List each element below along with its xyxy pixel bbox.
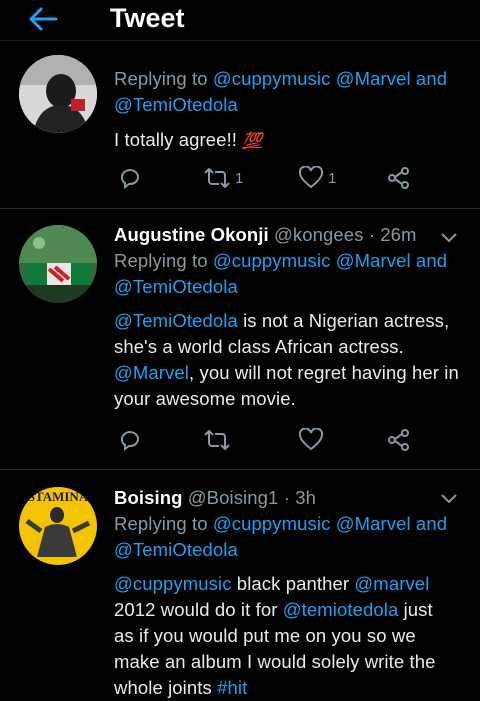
replying-to-cont: @TemiOtedola: [114, 274, 466, 300]
text-segment: 2012 would do it for: [114, 599, 283, 620]
like-button[interactable]: 1: [298, 165, 336, 191]
retweet-icon: [204, 430, 230, 450]
tweet-time: · 3h: [283, 487, 316, 508]
tweet-header: Boising @Boising1 · 3h: [114, 485, 466, 511]
tweet-text: I totally agree!! 💯: [114, 127, 466, 155]
page-title: Tweet: [110, 3, 185, 33]
tweet-text-line: as if you would put me on you so we: [114, 623, 466, 649]
like-icon: [298, 166, 324, 189]
tweet-text-line: your awesome movie.: [114, 386, 466, 412]
mention-link[interactable]: @cuppymusic: [114, 573, 232, 594]
mention-link[interactable]: @TemiOtedola: [114, 310, 238, 331]
reply-mentions[interactable]: @cuppymusic @Marvel and: [213, 513, 447, 534]
tweet-reply-2[interactable]: Augustine Okonji @kongees · 26m Replying…: [0, 209, 480, 468]
mention-link[interactable]: @Marvel: [114, 362, 189, 383]
reply-button[interactable]: [118, 427, 142, 453]
replying-to-label: Replying to: [114, 250, 208, 271]
reply-icon: [121, 431, 139, 451]
replying-to-cont: @TemiOtedola: [114, 92, 466, 118]
like-icon: [298, 428, 324, 451]
tweet-text-body: I totally agree!!: [114, 129, 238, 150]
tweet-text-line: @TemiOtedola is not a Nigerian actress,: [114, 308, 466, 334]
replying-to-cont: @TemiOtedola: [114, 537, 466, 563]
tweet-text-line: @cuppymusic black panther @marvel: [114, 571, 466, 597]
user-name[interactable]: Augustine Okonji: [114, 224, 269, 245]
top-bar: Tweet: [0, 0, 480, 41]
reply-mention[interactable]: @TemiOtedola: [114, 276, 238, 297]
share-icon: [388, 167, 409, 189]
text-segment: just: [398, 599, 433, 620]
reply-mention[interactable]: @TemiOtedola: [114, 539, 238, 560]
avatar-image: [19, 55, 97, 133]
user-handle[interactable]: @Boising1: [188, 487, 279, 508]
replying-to: Replying to @cuppymusic @Marvel and: [114, 66, 466, 92]
text-segment: as if you would put me on you so we: [114, 625, 416, 646]
share-button[interactable]: [387, 427, 411, 453]
text-segment: is not a Nigerian actress,: [237, 310, 450, 331]
reply-mentions[interactable]: @cuppymusic @Marvel and: [213, 250, 447, 271]
tweet-actions: 1 1: [114, 165, 434, 191]
replying-to-label: Replying to: [114, 68, 208, 89]
tweet-actions: [114, 427, 434, 453]
text-segment: she's a world class African actress.: [114, 336, 404, 357]
reply-button[interactable]: [118, 165, 142, 191]
retweet-button[interactable]: 1: [203, 165, 243, 191]
tweet-text-line: 2012 would do it for @temiotedola just: [114, 597, 466, 623]
text-segment: black panther: [231, 573, 355, 594]
reply-mentions[interactable]: @cuppymusic @Marvel and: [213, 68, 447, 89]
share-button[interactable]: [387, 165, 411, 191]
hundred-points-emoji: 💯: [242, 133, 263, 150]
avatar-image: [19, 225, 97, 303]
retweet-count: 1: [235, 169, 244, 187]
avatar[interactable]: STAMINA: [19, 487, 97, 565]
text-segment: whole joints: [114, 677, 218, 698]
avatar-logo-text: STAMINA: [28, 489, 89, 504]
retweet-button[interactable]: [203, 427, 231, 453]
avatar-image: STAMINA: [19, 487, 97, 565]
reply-mention[interactable]: @TemiOtedola: [114, 94, 238, 115]
hashtag-link[interactable]: #hit: [217, 677, 247, 698]
like-count: 1: [328, 169, 337, 187]
text-segment: make an album I would solely write the: [114, 651, 436, 672]
tweet-time: · 26m: [368, 224, 417, 245]
tweet-reply-1[interactable]: Replying to @cuppymusic @Marvel and @Tem…: [0, 40, 480, 208]
avatar[interactable]: [19, 55, 97, 133]
tweet-text-line: @Marvel, you will not regret having her …: [114, 360, 466, 386]
back-arrow-icon[interactable]: [28, 6, 58, 32]
reply-icon: [121, 169, 139, 189]
user-name[interactable]: Boising: [114, 487, 183, 508]
mention-link[interactable]: @temiotedola: [283, 599, 399, 620]
like-button[interactable]: [298, 427, 324, 453]
tweet-text-line: make an album I would solely write the: [114, 649, 466, 675]
tweet-text-line: whole joints #hit: [114, 675, 466, 701]
replying-to: Replying to @cuppymusic @Marvel and: [114, 511, 466, 537]
chevron-down-icon[interactable]: [440, 231, 458, 243]
text-segment: , you will not regret having her in: [189, 362, 459, 383]
tweet-reply-3[interactable]: STAMINA Boising @Boising1 · 3h Replying …: [0, 470, 480, 698]
replying-to-label: Replying to: [114, 513, 208, 534]
tweet-header: Augustine Okonji @kongees · 26m: [114, 222, 466, 248]
tweet-text: @TemiOtedola is not a Nigerian actress, …: [114, 308, 466, 412]
text-segment: your awesome movie.: [114, 388, 296, 409]
replying-to: Replying to @cuppymusic @Marvel and: [114, 248, 466, 274]
user-handle[interactable]: @kongees: [274, 224, 364, 245]
mention-link[interactable]: @marvel: [354, 573, 429, 594]
retweet-icon: [204, 168, 230, 188]
tweet-text: @cuppymusic black panther @marvel 2012 w…: [114, 571, 466, 701]
tweet-text-line: she's a world class African actress.: [114, 334, 466, 360]
share-icon: [388, 429, 409, 451]
avatar[interactable]: [19, 225, 97, 303]
chevron-down-icon[interactable]: [440, 492, 458, 504]
